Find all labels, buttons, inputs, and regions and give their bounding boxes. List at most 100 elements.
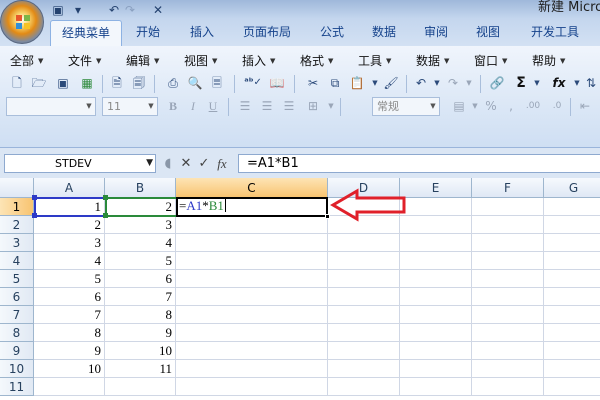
cell-a5[interactable]: 5	[34, 270, 105, 288]
tab-data[interactable]: 数据	[362, 20, 406, 46]
column-header-e[interactable]: E	[400, 178, 472, 198]
cell-g9[interactable]	[544, 342, 600, 360]
row-header-9[interactable]: 9	[0, 342, 34, 360]
bold-icon[interactable]: B	[164, 97, 182, 115]
cell-b11[interactable]	[105, 378, 176, 396]
cell-d4[interactable]	[328, 252, 400, 270]
cell-g4[interactable]	[544, 252, 600, 270]
cell-f7[interactable]	[472, 306, 544, 324]
cell-f9[interactable]	[472, 342, 544, 360]
cell-f8[interactable]	[472, 324, 544, 342]
row-header-6[interactable]: 6	[0, 288, 34, 306]
document-icon[interactable]: 🗏	[208, 74, 226, 92]
cell-c10[interactable]	[176, 360, 328, 378]
hyperlink-icon[interactable]: 🔗	[488, 74, 506, 92]
cell-d3[interactable]	[328, 234, 400, 252]
cell-g8[interactable]	[544, 324, 600, 342]
office-button[interactable]	[0, 0, 44, 44]
tab-insert[interactable]: 插入	[180, 20, 224, 46]
row-header-1[interactable]: 1	[0, 198, 34, 216]
cell-d6[interactable]	[328, 288, 400, 306]
tab-classic-menu[interactable]: 经典菜单	[50, 20, 122, 46]
cell-a4[interactable]: 4	[34, 252, 105, 270]
cell-g6[interactable]	[544, 288, 600, 306]
cell-b3[interactable]: 4	[105, 234, 176, 252]
cell-c3[interactable]	[176, 234, 328, 252]
format-painter-icon[interactable]: 🖌	[382, 74, 400, 92]
save-icon[interactable]: ▣	[50, 2, 66, 18]
menu-insert[interactable]: 插入 ▼	[242, 53, 275, 69]
cell-b10[interactable]: 11	[105, 360, 176, 378]
menu-window[interactable]: 窗口 ▼	[474, 53, 507, 69]
menu-data[interactable]: 数据 ▼	[416, 53, 449, 69]
close-icon[interactable]: ✕	[150, 2, 166, 18]
spelling-check-icon[interactable]: ᵃᵇ✓	[244, 74, 262, 92]
merge-center-icon[interactable]: ⊞	[304, 97, 322, 115]
formula-input[interactable]: =A1*B1	[238, 154, 600, 173]
cell-f2[interactable]	[472, 216, 544, 234]
row-header-3[interactable]: 3	[0, 234, 34, 252]
cell-e8[interactable]	[400, 324, 472, 342]
cell-e4[interactable]	[400, 252, 472, 270]
excel-icon[interactable]: ▦	[78, 74, 96, 92]
cell-c8[interactable]	[176, 324, 328, 342]
cell-b4[interactable]: 5	[105, 252, 176, 270]
research-icon[interactable]: 📖	[268, 74, 286, 92]
column-header-c[interactable]: C	[176, 178, 328, 198]
menu-all[interactable]: 全部 ▼	[10, 53, 43, 69]
menu-format[interactable]: 格式 ▼	[300, 53, 333, 69]
cut-icon[interactable]: ✂	[304, 74, 322, 92]
menu-help[interactable]: 帮助 ▼	[532, 53, 565, 69]
cell-f3[interactable]	[472, 234, 544, 252]
decrease-indent-icon[interactable]: ⇤	[576, 97, 594, 115]
row-header-7[interactable]: 7	[0, 306, 34, 324]
font-size-combo[interactable]: 11 ▼	[102, 97, 158, 116]
print-zoom-icon[interactable]: 🔍	[186, 74, 204, 92]
cell-e3[interactable]	[400, 234, 472, 252]
cell-a3[interactable]: 3	[34, 234, 105, 252]
align-center-icon[interactable]: ☰	[258, 97, 276, 115]
cell-e7[interactable]	[400, 306, 472, 324]
cell-g1[interactable]	[544, 198, 600, 216]
chevron-down-icon[interactable]: ▼	[460, 74, 478, 92]
menu-file[interactable]: 文件 ▼	[68, 53, 101, 69]
cell-e10[interactable]	[400, 360, 472, 378]
cell-d7[interactable]	[328, 306, 400, 324]
cell-e11[interactable]	[400, 378, 472, 396]
menu-tools[interactable]: 工具 ▼	[358, 53, 391, 69]
cell-e6[interactable]	[400, 288, 472, 306]
cell-b5[interactable]: 6	[105, 270, 176, 288]
cell-a9[interactable]: 9	[34, 342, 105, 360]
quick-access-dropdown-icon[interactable]: ▾	[70, 2, 86, 18]
cell-b8[interactable]: 9	[105, 324, 176, 342]
row-header-8[interactable]: 8	[0, 324, 34, 342]
row-header-11[interactable]: 11	[0, 378, 34, 396]
insert-function-icon[interactable]: fx	[550, 74, 568, 92]
cell-c2[interactable]	[176, 216, 328, 234]
cell-g2[interactable]	[544, 216, 600, 234]
cell-d5[interactable]	[328, 270, 400, 288]
column-header-g[interactable]: G	[544, 178, 600, 198]
cell-d11[interactable]	[328, 378, 400, 396]
underline-icon[interactable]: U	[204, 97, 222, 115]
cell-f5[interactable]	[472, 270, 544, 288]
cell-e5[interactable]	[400, 270, 472, 288]
row-header-10[interactable]: 10	[0, 360, 34, 378]
cell-f11[interactable]	[472, 378, 544, 396]
cell-d10[interactable]	[328, 360, 400, 378]
row-header-4[interactable]: 4	[0, 252, 34, 270]
cell-a6[interactable]: 6	[34, 288, 105, 306]
copy-icon[interactable]: ⧉	[326, 74, 344, 92]
permission-icon[interactable]: 🗎	[108, 74, 126, 92]
cell-e1[interactable]	[400, 198, 472, 216]
row-header-2[interactable]: 2	[0, 216, 34, 234]
align-right-icon[interactable]: ☰	[280, 97, 298, 115]
cell-b7[interactable]: 8	[105, 306, 176, 324]
select-all-corner[interactable]	[0, 178, 34, 198]
tab-view[interactable]: 视图	[466, 20, 510, 46]
cell-c4[interactable]	[176, 252, 328, 270]
column-header-b[interactable]: B	[105, 178, 176, 198]
align-left-icon[interactable]: ☰	[236, 97, 254, 115]
sort-ascending-icon[interactable]: ⇅	[582, 74, 600, 92]
cell-g5[interactable]	[544, 270, 600, 288]
